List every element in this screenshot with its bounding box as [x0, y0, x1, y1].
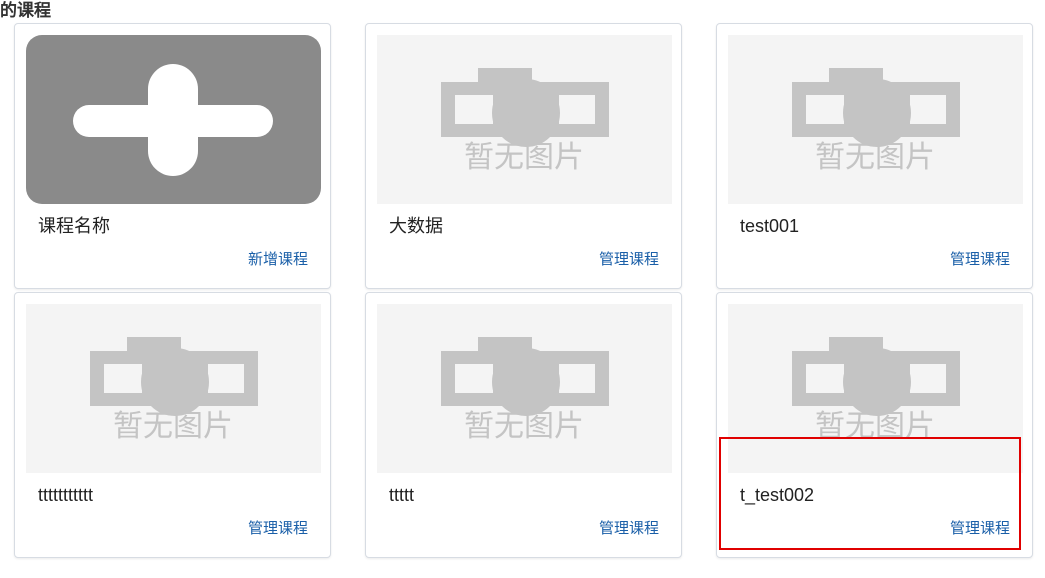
course-thumbnail: 暂无图片 [377, 35, 672, 204]
course-name: ttttt [389, 485, 415, 505]
course-thumbnail: 暂无图片 [377, 304, 672, 473]
course-card: 暂无图片 test001 管理课程 [716, 23, 1033, 289]
camera-icon: 暂无图片 [90, 337, 258, 444]
add-course-card[interactable]: 课程名称 新增课程 [14, 23, 331, 289]
no-image-text: 暂无图片 [464, 409, 584, 444]
manage-course-link[interactable]: 管理课程 [950, 250, 1010, 270]
camera-icon: 暂无图片 [792, 337, 960, 444]
course-name: test001 [740, 216, 800, 236]
manage-course-link[interactable]: 管理课程 [599, 250, 659, 270]
course-thumbnail: 暂无图片 [728, 304, 1023, 473]
no-image-text: 暂无图片 [815, 140, 935, 175]
manage-course-link[interactable]: 管理课程 [599, 519, 659, 539]
camera-icon: 暂无图片 [441, 337, 609, 444]
page-title: 的课程 [0, 1, 51, 20]
no-image-text: 暂无图片 [464, 140, 584, 175]
course-card: 暂无图片 ttttt 管理课程 [365, 292, 682, 558]
add-course-button[interactable]: 新增课程 [248, 250, 308, 270]
no-image-text: 暂无图片 [113, 409, 233, 444]
course-name: t_test002 [740, 485, 815, 505]
course-name: 大数据 [389, 216, 443, 236]
course-thumbnail: 暂无图片 [26, 304, 321, 473]
camera-icon: 暂无图片 [441, 68, 609, 175]
course-card: 暂无图片 ttttttttttt 管理课程 [14, 292, 331, 558]
course-card: 暂无图片 大数据 管理课程 [365, 23, 682, 289]
plus-icon [73, 64, 273, 176]
add-course-tile[interactable] [26, 35, 321, 204]
no-image-text: 暂无图片 [815, 409, 935, 444]
course-name: ttttttttttt [38, 485, 94, 505]
course-thumbnail: 暂无图片 [728, 35, 1023, 204]
course-name: 课程名称 [38, 216, 110, 236]
manage-course-link[interactable]: 管理课程 [248, 519, 308, 539]
manage-course-link[interactable]: 管理课程 [950, 519, 1010, 539]
course-card: 暂无图片 t_test002 管理课程 [716, 292, 1033, 558]
camera-icon: 暂无图片 [792, 68, 960, 175]
